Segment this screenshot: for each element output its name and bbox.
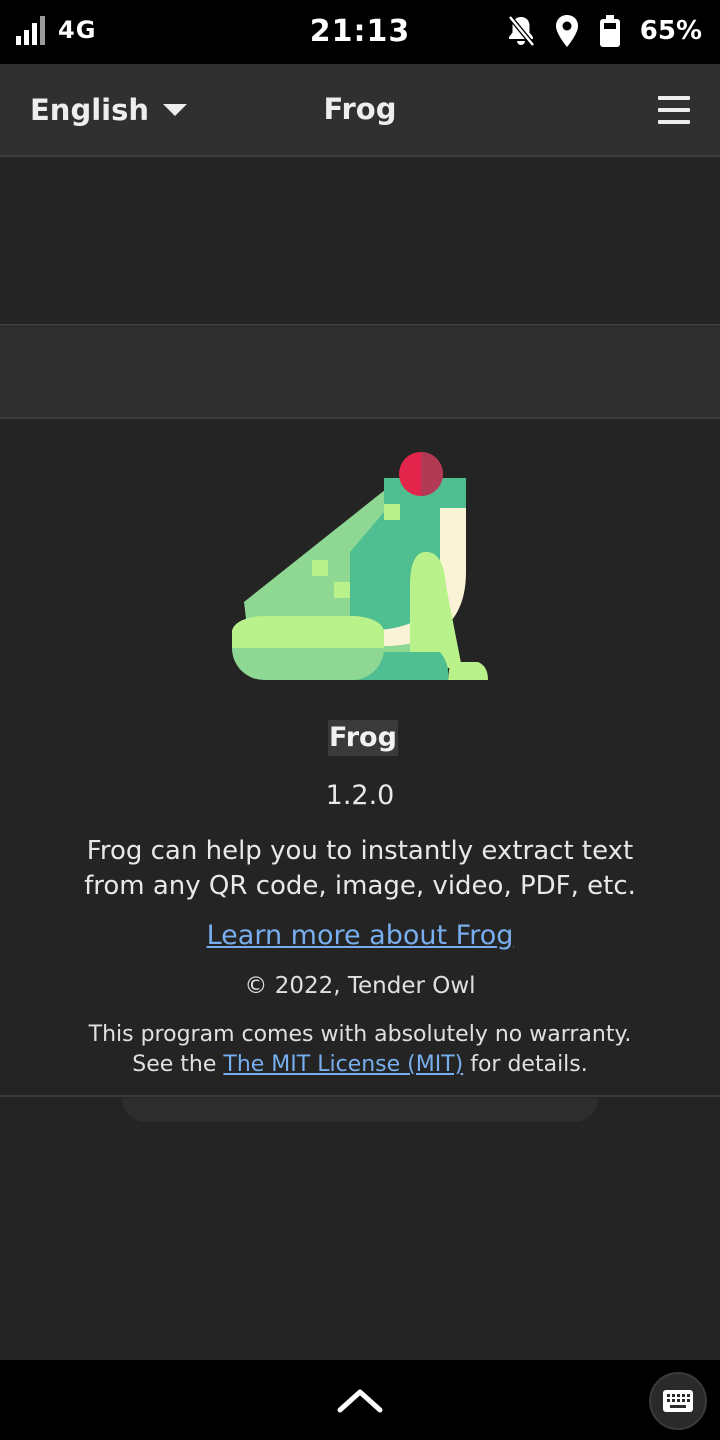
battery-percent: 65% [639, 16, 702, 46]
warranty-see: See the [132, 1052, 217, 1077]
location-icon [555, 15, 578, 47]
about-dialog-header [0, 327, 720, 419]
header-bar: English Frog [0, 64, 720, 157]
license-link[interactable]: The MIT License (MIT) [223, 1052, 463, 1077]
website-link[interactable]: Learn more about Frog [207, 920, 514, 951]
hamburger-menu-icon[interactable] [658, 96, 690, 124]
warranty-suffix: for details. [470, 1052, 588, 1077]
language-dropdown[interactable]: English [30, 90, 188, 130]
content-area [0, 157, 720, 326]
app-window: English Frog Frog 1.2.0 Frog can help yo… [0, 64, 720, 1360]
warranty-text: This program comes with absolutely no wa… [40, 1020, 680, 1080]
copyright-text: © 2022, Tender Owl [244, 973, 476, 999]
battery-icon [599, 15, 620, 47]
app-description: Frog can help you to instantly extract t… [84, 836, 636, 901]
chevron-up-icon[interactable] [336, 1382, 384, 1418]
about-dialog: Frog 1.2.0 Frog can help you to instantl… [0, 420, 720, 1097]
notifications-off-icon [507, 15, 535, 47]
chevron-down-icon [163, 104, 188, 116]
keyboard-icon [663, 1390, 693, 1412]
navigation-bar [0, 1360, 720, 1440]
warranty-line: This program comes with absolutely no wa… [88, 1022, 632, 1047]
status-right: 65% [506, 14, 702, 48]
status-bar: 4G 21:13 65% [0, 0, 720, 64]
frog-logo-icon [232, 452, 488, 680]
language-label: English [30, 93, 150, 127]
app-name: Frog [328, 720, 398, 756]
stack-switcher-edge [122, 1098, 598, 1122]
keyboard-button[interactable] [649, 1372, 707, 1430]
app-version: 1.2.0 [325, 780, 395, 811]
website-link-row: Learn more about Frog [0, 920, 720, 951]
